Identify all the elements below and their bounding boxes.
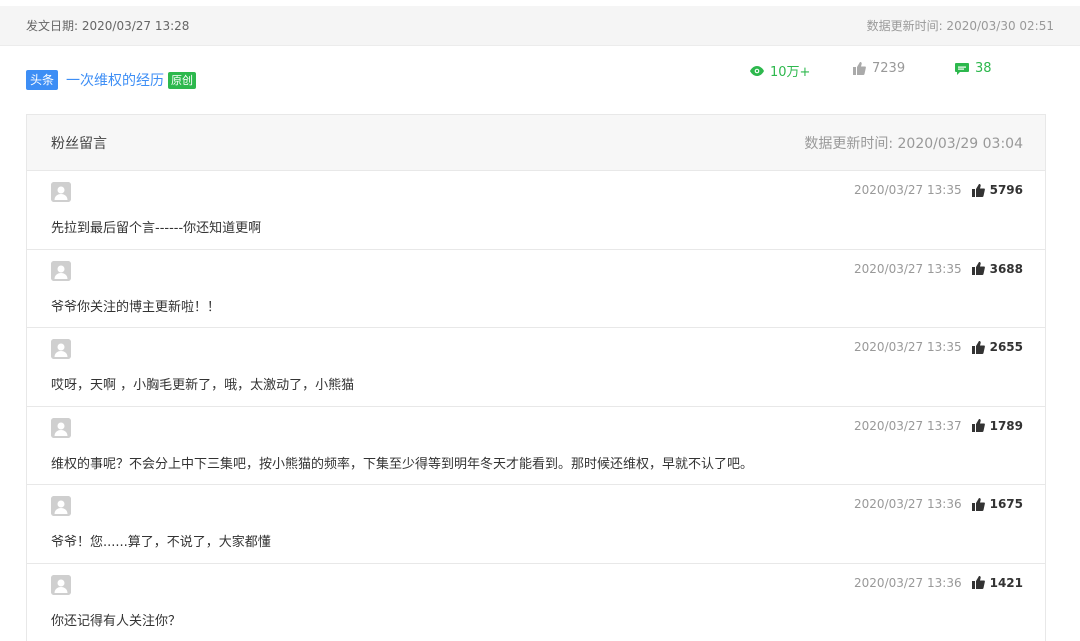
thumbs-up-icon bbox=[971, 497, 985, 511]
publish-date: 发文日期: 2020/03/27 13:28 bbox=[26, 19, 190, 33]
comments-count: 38 bbox=[975, 61, 992, 76]
comment-item: 2020/03/27 13:35 5796 先拉到最后留个言------你还知道… bbox=[27, 171, 1045, 250]
original-badge: 原创 bbox=[168, 71, 197, 89]
avatar-icon bbox=[51, 574, 71, 595]
comment-item: 2020/03/27 13:36 1421 你还记得有人关注你？ bbox=[27, 564, 1045, 641]
comment-text: 你还记得有人关注你？ bbox=[51, 613, 182, 629]
avatar-icon bbox=[51, 182, 71, 202]
comment-meta: 2020/03/27 13:35 3688 bbox=[854, 262, 1023, 276]
comment-likes: 1675 bbox=[989, 497, 1023, 511]
avatar-icon bbox=[51, 417, 71, 438]
comment-text: 爷爷你关注的博主更新啦！！ bbox=[51, 299, 221, 315]
headline-tag: 头条 bbox=[26, 70, 59, 90]
comments-stat: 38 bbox=[955, 61, 992, 76]
thumbs-up-icon bbox=[971, 576, 985, 589]
comment-text: 哎呀，天啊 ，小胸毛更新了，哦，太激动了，小熊猫 bbox=[51, 378, 355, 393]
views-count: 10万+ bbox=[770, 65, 811, 80]
comment-likes: 1789 bbox=[989, 418, 1023, 433]
comment-likes: 2655 bbox=[989, 340, 1023, 354]
panel-title: 粉丝留言 bbox=[51, 135, 107, 152]
comment-meta: 2020/03/27 13:36 1675 bbox=[854, 497, 1023, 511]
thumbs-up-icon bbox=[971, 340, 985, 354]
avatar-icon bbox=[51, 339, 71, 359]
data-update-time: 数据更新时间: 2020/03/30 02:51 bbox=[866, 19, 1054, 33]
panel-header: 粉丝留言 数据更新时间: 2020/03/29 03:04 bbox=[27, 115, 1045, 171]
article-title-link[interactable]: 一次维权的经历 bbox=[66, 70, 164, 90]
fan-comments-panel: 粉丝留言 数据更新时间: 2020/03/29 03:04 2020/03/27… bbox=[26, 114, 1046, 641]
comment-meta: 2020/03/27 13:37 1789 bbox=[854, 419, 1023, 433]
comment-meta: 2020/03/27 13:35 2655 bbox=[854, 340, 1023, 354]
comment-bubble-icon bbox=[955, 62, 969, 75]
views-stat: 10万+ bbox=[750, 61, 810, 80]
comment-likes: 1421 bbox=[989, 575, 1023, 590]
avatar-icon bbox=[51, 496, 71, 516]
thumbs-up-icon bbox=[853, 62, 866, 75]
comment-meta: 2020/03/27 13:36 1421 bbox=[854, 576, 1023, 590]
comment-time: 2020/03/27 13:35 bbox=[854, 183, 962, 197]
panel-update-time: 数据更新时间: 2020/03/29 03:04 bbox=[804, 135, 1023, 152]
avatar-icon bbox=[51, 260, 71, 281]
comment-item: 2020/03/27 13:37 1789 维权的事呢？不会分上中下三集吧，按小… bbox=[27, 407, 1045, 485]
thumbs-up-icon bbox=[971, 419, 985, 432]
comment-meta: 2020/03/27 13:35 5796 bbox=[854, 183, 1023, 197]
comment-text: 爷爷！您......算了，不说了，大家都懂 bbox=[51, 535, 271, 550]
comment-item: 2020/03/27 13:35 2655 哎呀，天啊 ，小胸毛更新了，哦，太激… bbox=[27, 328, 1045, 407]
comment-text: 维权的事呢？不会分上中下三集吧，按小熊猫的频率，下集至少得等到明年冬天才能看到。… bbox=[51, 456, 754, 472]
comment-time: 2020/03/27 13:36 bbox=[854, 575, 962, 590]
comment-time: 2020/03/27 13:35 bbox=[854, 261, 962, 276]
thumbs-up-icon bbox=[971, 183, 985, 197]
comment-time: 2020/03/27 13:37 bbox=[854, 418, 962, 433]
article-info-bar: 发文日期: 2020/03/27 13:28 数据更新时间: 2020/03/3… bbox=[0, 6, 1080, 46]
comment-time: 2020/03/27 13:36 bbox=[854, 497, 962, 511]
comment-likes: 3688 bbox=[989, 261, 1023, 276]
thumbs-up-icon bbox=[971, 262, 985, 275]
likes-count: 7239 bbox=[872, 61, 906, 76]
comment-item: 2020/03/27 13:35 3688 爷爷你关注的博主更新啦！！ bbox=[27, 250, 1045, 328]
comment-item: 2020/03/27 13:36 1675 爷爷！您......算了，不说了，大… bbox=[27, 485, 1045, 564]
article-row: 头条 一次维权的经历 原创 10万+ 7239 38 bbox=[0, 47, 1080, 113]
comment-text: 先拉到最后留个言------你还知道更啊 bbox=[51, 221, 262, 236]
comment-likes: 5796 bbox=[989, 183, 1023, 197]
eye-icon bbox=[750, 65, 764, 76]
comment-time: 2020/03/27 13:35 bbox=[854, 340, 962, 354]
likes-stat: 7239 bbox=[853, 61, 905, 76]
